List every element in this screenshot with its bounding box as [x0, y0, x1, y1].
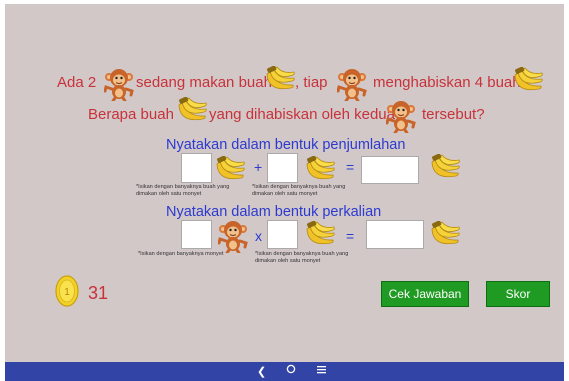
banana-icon [429, 154, 461, 184]
addition-result-input[interactable] [361, 156, 419, 184]
multiplication-heading: Nyatakan dalam bentuk perkalian [166, 204, 382, 220]
score-button[interactable]: Skor [486, 281, 550, 307]
addition-input-2[interactable] [267, 153, 298, 183]
game-screen: Ada 2 sedang makan buah , tiap menghabis… [5, 4, 564, 362]
check-answer-button[interactable]: Cek Jawaban [381, 281, 469, 307]
monkey-icon [386, 99, 416, 133]
question-text-4: menghabiskan 4 buah [373, 74, 521, 91]
addition-heading: Nyatakan dalam bentuk penjumlahan [166, 137, 406, 153]
question-text-7: tersebut? [422, 106, 485, 123]
back-icon[interactable]: ❮ [257, 365, 266, 378]
banana-icon [214, 156, 246, 186]
banana-icon [264, 66, 296, 96]
banana-icon [512, 67, 544, 97]
multiplication-result-input[interactable] [366, 220, 424, 249]
times-sign: x [255, 228, 262, 244]
question-text-2: sedang makan buah [136, 74, 272, 91]
multiplication-input-2[interactable] [267, 220, 298, 249]
coin-value: 1 [64, 287, 70, 298]
multiplication-hint-left: *Isikan dengan banyaknya monyet [138, 251, 224, 257]
question-text-5: Berapa buah [88, 106, 174, 123]
equals-sign: = [346, 228, 355, 244]
addition-hint-right: *Isikan dengan banyaknya buah yang dimak… [252, 184, 346, 197]
banana-icon [429, 221, 461, 251]
monkey-icon [337, 67, 367, 101]
question-text-1: Ada 2 [57, 74, 97, 91]
banana-icon [304, 221, 336, 251]
menu-icon[interactable] [317, 365, 326, 374]
question-text-3: , tiap [295, 74, 328, 91]
equals-sign: = [346, 159, 355, 175]
multiplication-input-1[interactable] [181, 220, 212, 249]
plus-sign: + [254, 159, 263, 175]
monkey-icon [218, 219, 248, 253]
question-text-6: yang dihabiskan oleh kedua [209, 106, 395, 123]
banana-icon [304, 156, 336, 186]
home-icon[interactable] [286, 364, 296, 374]
monkey-icon [104, 67, 134, 101]
addition-input-1[interactable] [181, 153, 212, 183]
addition-hint-left: *Isikan dengan banyaknya buah yang dimak… [136, 184, 230, 197]
coin-icon: 1 [55, 275, 79, 307]
coin-count: 31 [88, 283, 109, 303]
banana-icon [176, 97, 208, 127]
multiplication-hint-right: *Isikan dengan banyaknya buah yang dimak… [255, 251, 349, 264]
navigation-bar: ❮ [5, 362, 564, 381]
